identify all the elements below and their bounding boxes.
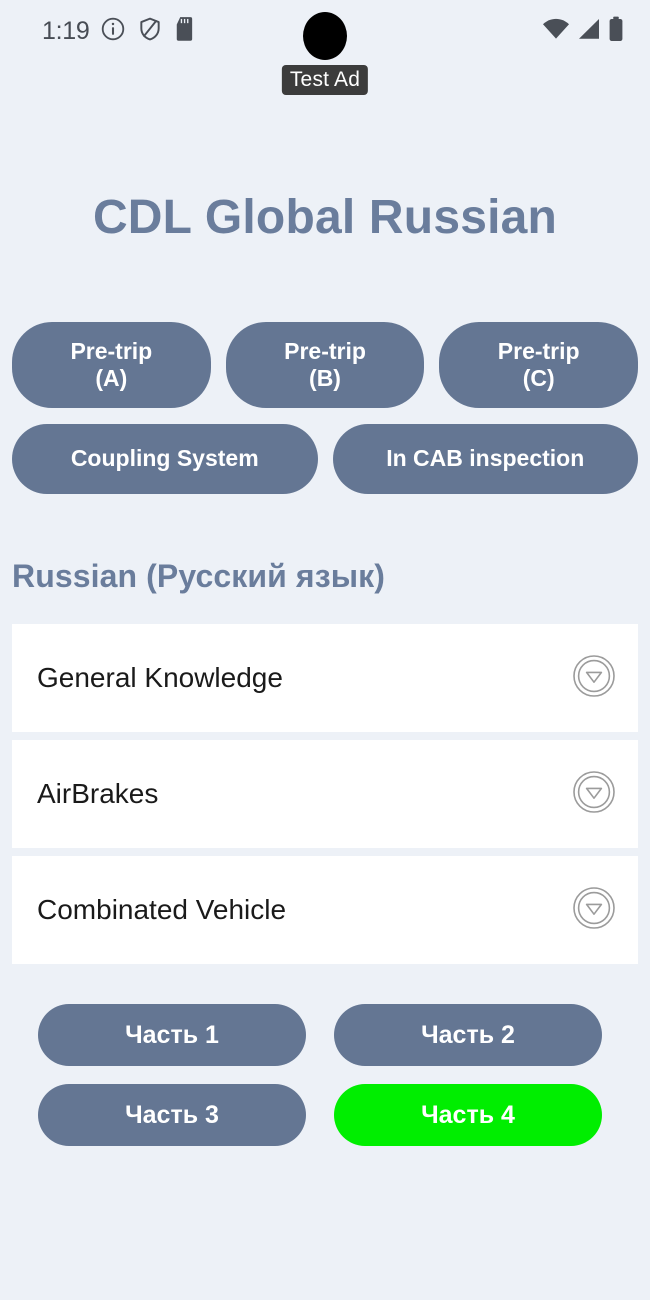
status-bar: 1:19 <box>0 0 650 62</box>
test-ad-badge: Test Ad <box>281 65 369 95</box>
section-heading-russian: Russian (Русский язык) <box>12 558 385 594</box>
cellular-signal-icon <box>577 18 601 45</box>
pretrip-a-button[interactable]: Pre-trip (A) <box>12 322 211 408</box>
topic-card-airbrakes[interactable]: AirBrakes <box>12 740 638 848</box>
page-title: CDL Global Russian <box>92 191 558 244</box>
pretrip-button-row: Pre-trip (A) Pre-trip (B) Pre-trip (C) <box>0 322 650 408</box>
topic-label: General Knowledge <box>37 662 283 693</box>
status-bar-right <box>542 16 624 47</box>
sd-card-icon <box>174 16 196 47</box>
in-cab-inspection-button[interactable]: In CAB inspection <box>332 424 638 494</box>
wifi-icon <box>542 18 570 45</box>
shield-off-icon <box>137 16 163 47</box>
topic-card-combinated-vehicle[interactable]: Combinated Vehicle <box>12 856 638 964</box>
part-1-button[interactable]: Часть 1 <box>38 1004 306 1066</box>
topic-list: General Knowledge AirBrakes Combinated V… <box>0 624 650 964</box>
coupling-system-label: Coupling System <box>70 445 259 472</box>
battery-icon <box>608 16 624 47</box>
test-ad-container: Test Ad <box>281 65 369 95</box>
phone-screen: 1:19 Test Ad CDL Global Russian Pre-trip… <box>0 0 650 1300</box>
pretrip-a-line2: (A) <box>95 365 128 391</box>
part-4-button[interactable]: Часть 4 <box>334 1084 602 1146</box>
pretrip-b-line2: (B) <box>309 365 341 391</box>
topic-label: AirBrakes <box>37 778 159 809</box>
pretrip-c-line2: (C) <box>522 365 555 391</box>
part-3-button[interactable]: Часть 3 <box>38 1084 306 1146</box>
topic-label: Combinated Vehicle <box>37 894 287 925</box>
pretrip-c-line1: Pre-trip <box>497 337 580 364</box>
inspection-button-row: Coupling System In CAB inspection <box>0 424 650 494</box>
pretrip-b-line1: Pre-trip <box>284 337 366 364</box>
coupling-system-button[interactable]: Coupling System <box>12 424 318 494</box>
chevron-down-circle-icon[interactable] <box>572 654 616 703</box>
pretrip-a-line1: Pre-trip <box>70 337 153 364</box>
chevron-down-circle-icon[interactable] <box>572 886 616 935</box>
pretrip-c-button[interactable]: Pre-trip (C) <box>439 322 639 408</box>
status-bar-clock: 1:19 <box>42 16 90 45</box>
pretrip-b-button[interactable]: Pre-trip (B) <box>225 322 425 408</box>
info-icon <box>100 16 126 47</box>
in-cab-inspection-label: In CAB inspection <box>386 445 585 472</box>
part-2-button[interactable]: Часть 2 <box>334 1004 602 1066</box>
chevron-down-circle-icon[interactable] <box>572 770 616 819</box>
part-button-grid: Часть 1 Часть 2 Часть 3 Часть 4 <box>0 1004 650 1146</box>
status-bar-left: 1:19 <box>42 16 196 47</box>
topic-card-general-knowledge[interactable]: General Knowledge <box>12 624 638 732</box>
camera-punch-hole <box>303 12 347 60</box>
